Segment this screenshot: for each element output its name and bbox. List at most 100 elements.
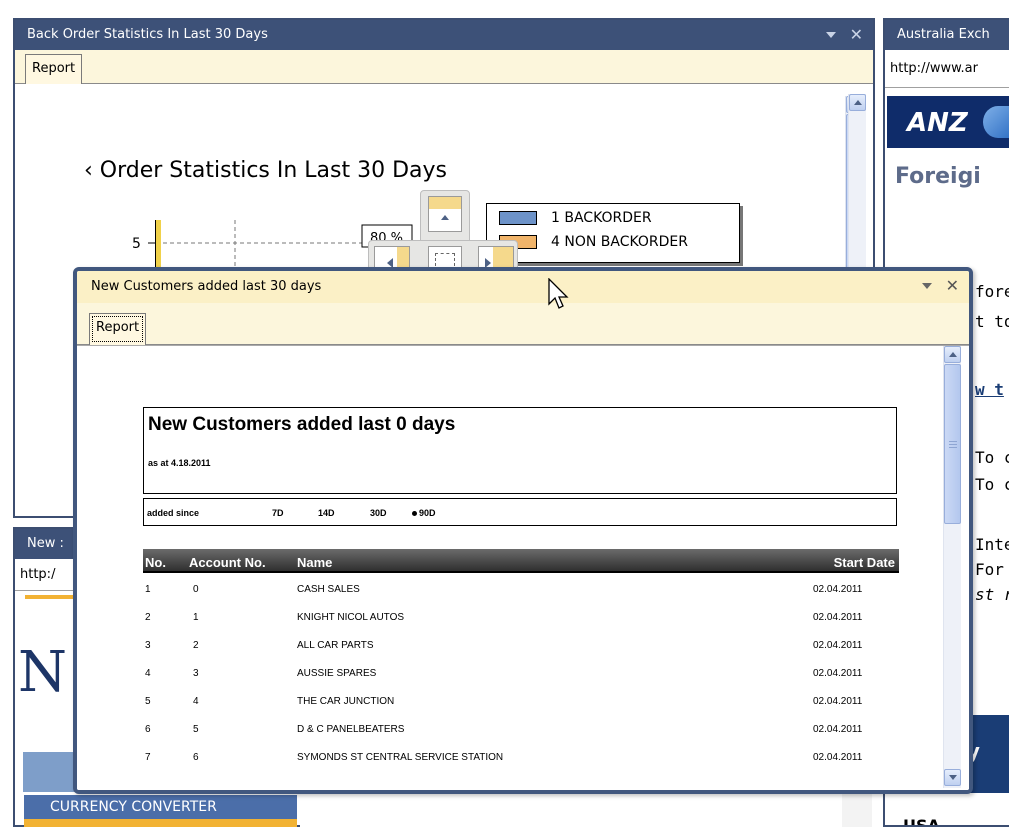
cell-date: 02.04.2011 — [813, 696, 863, 707]
panel-menu-icon[interactable] — [825, 32, 836, 38]
table-row[interactable]: 2 1 KNIGHT NICOL AUTOS 02.04.2011 — [143, 604, 899, 632]
table-row[interactable]: 5 4 THE CAR JUNCTION 02.04.2011 — [143, 688, 899, 716]
y-tick-label: 5 — [132, 236, 141, 252]
australia-title: Australia Exch — [897, 27, 990, 42]
selected-dot-icon — [412, 511, 417, 517]
arrow-up-icon — [853, 100, 862, 105]
report-title: New Customers added last 0 days — [148, 414, 456, 435]
new-customers-title: New Customers added last 30 days — [91, 279, 322, 294]
arrow-up-icon — [948, 352, 957, 357]
cell-date: 02.04.2011 — [813, 752, 863, 763]
legend-item-backorder: 1 BACKORDER — [499, 210, 652, 226]
table-row[interactable]: 4 3 AUSSIE SPARES 02.04.2011 — [143, 660, 899, 688]
cell-no: 3 — [145, 640, 151, 651]
mouse-pointer-icon — [548, 278, 569, 309]
filter-label: added since — [147, 508, 200, 518]
chart-title: ‹ Order Statistics In Last 30 Days — [84, 158, 447, 183]
dock-top-button[interactable] — [428, 196, 462, 232]
new-customers-title-bar[interactable]: New Customers added last 30 days ✕ — [77, 271, 969, 303]
filter-90d-option[interactable]: 90D — [412, 508, 436, 518]
report-viewer: New Customers added last 0 days as at 4.… — [77, 345, 969, 790]
cell-name: AUSSIE SPARES — [297, 668, 377, 679]
table-row[interactable]: 6 5 D & C PANELBEATERS 02.04.2011 — [143, 716, 899, 744]
anz-logo: ANZ — [907, 108, 968, 138]
australia-url-field[interactable]: http://www.ar — [885, 50, 1009, 88]
australia-title-bar[interactable]: Australia Exch — [885, 20, 1009, 50]
cell-account: 3 — [193, 668, 199, 679]
col-no[interactable]: No. — [145, 555, 166, 570]
cell-account: 5 — [193, 724, 199, 735]
col-name[interactable]: Name — [297, 555, 332, 570]
window-menu-icon[interactable] — [921, 283, 932, 289]
cell-account: 2 — [193, 640, 199, 651]
filter-90d: 90D — [419, 508, 436, 518]
aus-line-5: To c — [975, 475, 1009, 494]
dock-top-icon — [441, 215, 449, 220]
left-panel-title: New : — [27, 536, 64, 551]
customers-table: 1 0 CASH SALES 02.04.2011 2 1 KNIGHT NIC… — [143, 576, 899, 772]
cell-name: ALL CAR PARTS — [297, 640, 374, 651]
scroll-up-button[interactable] — [849, 94, 866, 111]
table-row[interactable]: 3 2 ALL CAR PARTS 02.04.2011 — [143, 632, 899, 660]
filter-30d[interactable]: 30D — [370, 508, 387, 518]
cell-name: CASH SALES — [297, 584, 360, 595]
close-icon[interactable]: ✕ — [946, 278, 959, 294]
tab-report[interactable]: Report — [25, 54, 83, 84]
aus-link[interactable]: w t — [975, 380, 1004, 399]
aus-line-6: Inte — [975, 535, 1009, 554]
cell-date: 02.04.2011 — [813, 584, 863, 595]
orange-rule-bottom — [24, 819, 297, 827]
cell-date: 02.04.2011 — [813, 668, 863, 679]
tab-report[interactable]: Report — [89, 313, 147, 345]
filter-14d[interactable]: 14D — [318, 508, 335, 518]
foreign-heading: Foreigi — [895, 164, 981, 189]
close-icon[interactable]: ✕ — [850, 27, 863, 43]
filter-7d[interactable]: 7D — [272, 508, 284, 518]
date-filter-bar: added since 7D 14D 30D 90D — [143, 498, 897, 526]
scroll-up-button[interactable] — [944, 346, 961, 363]
aus-line-1: fore — [975, 282, 1009, 301]
cell-account: 4 — [193, 696, 199, 707]
table-row[interactable]: 1 0 CASH SALES 02.04.2011 — [143, 576, 899, 604]
cell-account: 1 — [193, 612, 199, 623]
back-order-title-bar[interactable]: Back Order Statistics In Last 30 Days ✕ — [15, 20, 873, 50]
cell-no: 7 — [145, 752, 151, 763]
anz-banner: ANZ — [887, 96, 1009, 148]
cell-name: SYMONDS ST CENTRAL SERVICE STATION — [297, 752, 504, 763]
scroll-down-button[interactable] — [944, 769, 961, 786]
aus-line-7: For — [975, 560, 1004, 579]
cell-date: 02.04.2011 — [813, 612, 863, 623]
col-start-date[interactable]: Start Date — [834, 555, 895, 570]
back-order-tabstrip: Report — [15, 50, 873, 84]
chart-legend: 1 BACKORDER 4 NON BACKORDER — [486, 203, 740, 263]
aus-line-2: t to — [975, 312, 1009, 331]
table-row[interactable]: 7 6 SYMONDS ST CENTRAL SERVICE STATION 0… — [143, 744, 899, 772]
table-header: No. Account No. Name Start Date — [143, 549, 899, 573]
nz-logo: N — [18, 640, 67, 705]
report-as-at: as at 4.18.2011 — [148, 458, 211, 468]
aus-line-4: To c — [975, 448, 1009, 467]
scroll-thumb[interactable] — [944, 364, 961, 524]
aus-line-8: st r — [975, 585, 1009, 604]
new-customers-tabstrip: Report — [77, 303, 969, 345]
cell-no: 6 — [145, 724, 151, 735]
cell-date: 02.04.2011 — [813, 724, 863, 735]
cell-date: 02.04.2011 — [813, 640, 863, 651]
cell-no: 5 — [145, 696, 151, 707]
currency-converter-button[interactable]: CURRENCY CONVERTER — [24, 795, 297, 819]
report-header-box: New Customers added last 0 days as at 4.… — [143, 407, 897, 494]
arrow-down-icon — [948, 775, 957, 780]
cell-no: 2 — [145, 612, 151, 623]
report-scrollbar[interactable] — [943, 346, 961, 788]
cell-name: D & C PANELBEATERS — [297, 724, 405, 735]
new-customers-window: New Customers added last 30 days ✕ Repor… — [73, 267, 973, 794]
cell-account: 0 — [193, 584, 199, 595]
cell-name: THE CAR JUNCTION — [297, 696, 395, 707]
legend-item-non-backorder: 4 NON BACKORDER — [499, 234, 688, 250]
aus-line-usa: USA — [903, 816, 940, 827]
legend-label-backorder: 1 BACKORDER — [551, 210, 652, 226]
cell-account: 6 — [193, 752, 199, 763]
col-account-no[interactable]: Account No. — [189, 555, 266, 570]
cell-no: 1 — [145, 584, 151, 595]
legend-label-non-backorder: 4 NON BACKORDER — [551, 234, 688, 250]
